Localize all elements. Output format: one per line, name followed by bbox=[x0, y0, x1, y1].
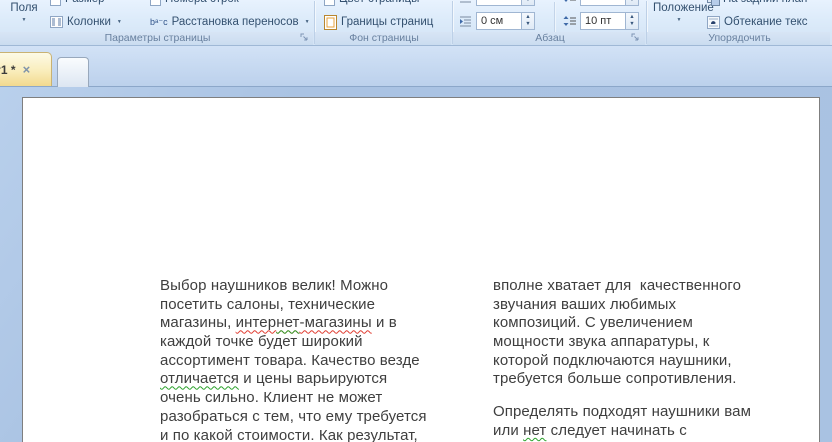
send-to-back-icon bbox=[707, 0, 720, 6]
position-button[interactable]: Положение ▼ bbox=[653, 2, 714, 23]
spinner-arrows[interactable]: ▲ ▼ bbox=[625, 13, 638, 29]
document-area: Выбор наушников велик! Можно посетить сал… bbox=[0, 87, 832, 442]
indent-icon bbox=[460, 1, 471, 3]
text-line: требуется больше сопротивления. bbox=[493, 370, 737, 388]
text-column-left[interactable]: Выбор наушников велик! Можно посетить сал… bbox=[160, 277, 468, 442]
text-line: каждой точке будет широкий bbox=[160, 333, 363, 351]
hyphenation-icon: bᵃ⁻c bbox=[150, 17, 168, 27]
text-line: отличается и цены варьируются bbox=[160, 370, 388, 388]
ribbon-group-paragraph: 0 см▲▼ 0 см▲▼ 0 пт▲▼ bbox=[453, 0, 647, 45]
text-line: разобраться с тем, что ему требуется bbox=[160, 407, 427, 425]
group-label-page-background: Фон страницы bbox=[349, 32, 419, 44]
page-color-button[interactable]: Цвет страницы bbox=[324, 0, 419, 9]
text-line: и по какой стоимости. Как результат, bbox=[160, 426, 418, 442]
text-column-right[interactable]: вполне хватает для качественного звучания… bbox=[493, 277, 801, 442]
columns-icon bbox=[50, 16, 63, 28]
indent-left-spinner[interactable]: 0 см ▲ ▼ bbox=[459, 11, 535, 31]
group-inner-divider bbox=[554, 2, 555, 32]
grammar-word: отличается bbox=[160, 370, 240, 388]
text-wrapping-button[interactable]: Обтекание текс bbox=[707, 12, 808, 32]
ribbon-group-page-background: Цвет страницы Границы страниц Фон страни… bbox=[315, 0, 453, 45]
text-line: посетить салоны, технические bbox=[160, 295, 376, 313]
text-line: очень сильно. Клиент не может bbox=[160, 389, 383, 407]
text-line: вполне хватает для качественного bbox=[493, 277, 742, 294]
chevron-down-icon: ▼ bbox=[21, 17, 27, 23]
text-line: которой подключаются наушники, bbox=[493, 351, 732, 369]
paragraph: Выбор наушников велик! Можно посетить сал… bbox=[160, 277, 468, 442]
ribbon: Поля ▼ Размер Колонки ▼ Номера строк bbox=[0, 0, 832, 46]
ribbon-group-page-setup: Поля ▼ Размер Колонки ▼ Номера строк bbox=[0, 0, 315, 45]
spacing-after-spinner-cut[interactable]: 0 пт▲▼ bbox=[563, 0, 639, 7]
page-color-icon bbox=[324, 0, 335, 6]
paragraph: Определять подходят наушники вам или нет … bbox=[493, 403, 801, 442]
group-label-arrange: Упорядочить bbox=[708, 32, 771, 44]
dialog-launcher-icon[interactable] bbox=[631, 33, 640, 42]
text-line: Определять подходят наушники вам bbox=[493, 403, 752, 421]
margins-label: Поля bbox=[10, 2, 38, 14]
misspelled-word: интернет-магазины bbox=[235, 314, 372, 332]
new-document-tab[interactable] bbox=[57, 57, 89, 87]
columns-button[interactable]: Колонки ▼ bbox=[50, 12, 122, 32]
tab-label: т1 * bbox=[0, 62, 16, 77]
grammar-word: нет bbox=[523, 421, 547, 439]
text-line: или нет следует начинать с bbox=[493, 421, 687, 439]
spacing-icon bbox=[563, 16, 576, 26]
spin-down-icon: ▼ bbox=[525, 0, 531, 3]
spin-down-icon: ▼ bbox=[629, 21, 635, 27]
text-line: магазины, интернет-магазины и в bbox=[160, 314, 397, 332]
line-numbers-icon bbox=[150, 0, 161, 6]
grammar-word: нет bbox=[276, 314, 300, 332]
document-tab-bar: т1 * × bbox=[0, 46, 832, 87]
chevron-down-icon: ▼ bbox=[116, 19, 122, 25]
text-line: Выбор наушников велик! Можно bbox=[160, 277, 389, 294]
document-page[interactable]: Выбор наушников велик! Можно посетить сал… bbox=[22, 97, 820, 442]
chevron-down-icon: ▼ bbox=[304, 19, 310, 25]
text-line: композиций. С увеличением bbox=[493, 314, 693, 332]
text-wrapping-icon bbox=[707, 15, 720, 29]
paragraph: вполне хватает для качественного звучания… bbox=[493, 277, 801, 389]
spinner-arrows[interactable]: ▲ ▼ bbox=[521, 13, 534, 29]
chevron-down-icon: ▼ bbox=[676, 17, 682, 23]
position-label: Положение bbox=[653, 2, 714, 14]
page-borders-icon bbox=[324, 14, 337, 30]
text-line: ассортимент товара. Качество везде bbox=[160, 351, 420, 369]
indent-value: 0 см bbox=[481, 15, 504, 27]
page-size-icon bbox=[50, 0, 61, 6]
size-button[interactable]: Размер bbox=[50, 0, 105, 9]
spin-up-icon: ▲ bbox=[525, 14, 531, 20]
hyphenation-button[interactable]: bᵃ⁻c Расстановка переносов ▼ bbox=[150, 12, 310, 32]
ribbon-group-arrange: Положение ▼ На задний план Обтекание тек… bbox=[647, 0, 832, 45]
close-icon[interactable]: × bbox=[23, 62, 31, 77]
document-tab-active[interactable]: т1 * × bbox=[0, 52, 52, 86]
indent-left-spinner-cut[interactable]: 0 см▲▼ bbox=[459, 0, 535, 7]
group-label-page-setup: Параметры страницы bbox=[104, 32, 211, 44]
word-page-layout-window: Поля ▼ Размер Колонки ▼ Номера строк bbox=[0, 0, 832, 442]
spacing-icon bbox=[564, 0, 576, 2]
dialog-launcher-icon[interactable] bbox=[300, 33, 309, 42]
text-line: звучания ваших любимых bbox=[493, 295, 677, 313]
spin-up-icon: ▲ bbox=[629, 14, 635, 20]
margins-button[interactable]: Поля ▼ bbox=[4, 2, 44, 23]
spacing-value: 10 пт bbox=[585, 15, 612, 27]
line-numbers-button[interactable]: Номера строк bbox=[150, 0, 239, 9]
group-label-paragraph: Абзац bbox=[535, 32, 565, 44]
spin-down-icon: ▼ bbox=[525, 21, 531, 27]
spacing-after-spinner[interactable]: 10 пт ▲ ▼ bbox=[563, 11, 639, 31]
indent-icon bbox=[460, 16, 471, 27]
page-borders-button[interactable]: Границы страниц bbox=[324, 12, 433, 32]
send-to-back-button[interactable]: На задний план bbox=[707, 0, 807, 9]
text-line: мощности звука аппаратуры, к bbox=[493, 333, 710, 351]
spin-down-icon: ▼ bbox=[629, 0, 635, 3]
